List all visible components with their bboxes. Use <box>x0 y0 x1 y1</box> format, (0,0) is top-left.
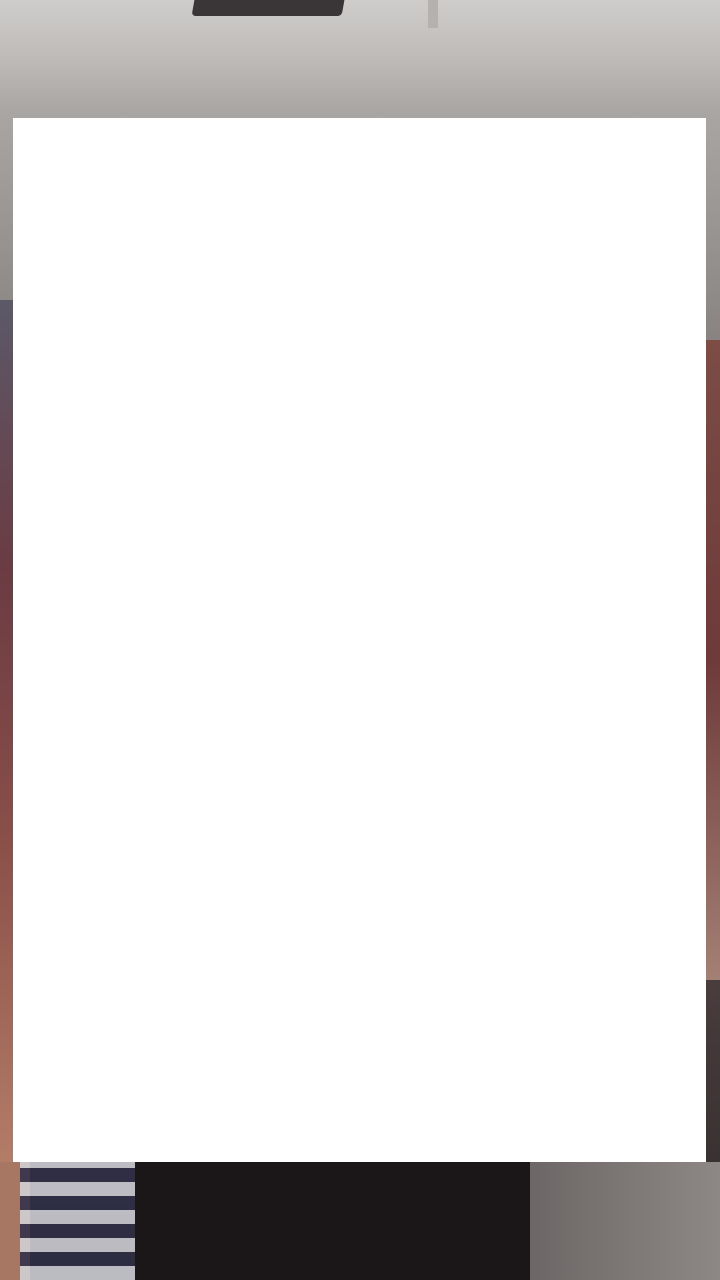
app-screen <box>0 0 720 1280</box>
wall-mark <box>428 0 438 28</box>
background-person-edge-left <box>0 300 14 1200</box>
wall-object <box>191 0 345 16</box>
background-dark-shirt <box>135 1162 530 1280</box>
blank-overlay-card[interactable] <box>13 118 706 1162</box>
background-plaid-shirt <box>20 1162 140 1280</box>
background-person-edge-right <box>704 340 720 980</box>
background-floor <box>530 1162 720 1280</box>
